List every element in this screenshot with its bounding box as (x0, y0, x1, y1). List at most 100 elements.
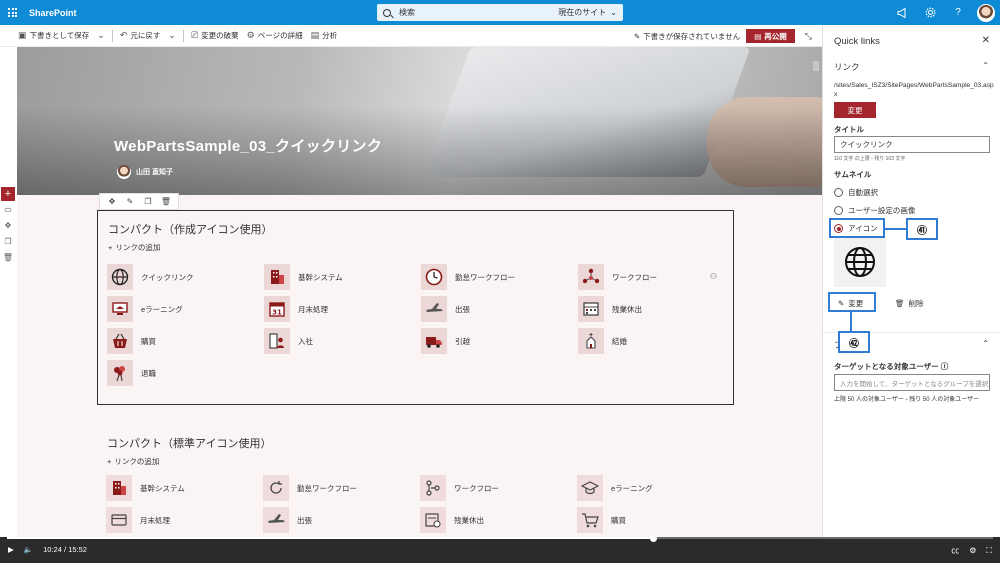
video-progress-bar[interactable] (7, 534, 993, 542)
collapse-icon[interactable]: ⤡ (801, 25, 816, 47)
webpart-toolbar: ✥ ✎ ❐ 🗑 (99, 193, 179, 210)
quick-link-item[interactable]: ワークフロー (578, 261, 735, 293)
quick-link-item[interactable]: 購買 (577, 504, 734, 536)
save-draft-dropdown[interactable]: ⌄ (93, 25, 109, 47)
undo-dropdown[interactable]: ⌄ (164, 25, 180, 47)
quick-link-item[interactable]: 出張 (421, 293, 578, 325)
properties-pane: Quick links ✕ リンク ⌃ /sites/Sales_ISZ3/Si… (813, 25, 1000, 537)
elearning-icon (107, 296, 133, 322)
quick-link-item[interactable]: eラーニング (577, 472, 734, 504)
quick-link-item[interactable]: 勤怠ワークフロー (263, 472, 420, 504)
search-box[interactable]: 検索 現在のサイト ⌄ (377, 4, 623, 21)
save-draft-button[interactable]: ▣ 下書きとして保存 (14, 25, 93, 47)
calendar-31-icon: 31 (264, 296, 290, 322)
building-icon (264, 264, 290, 290)
title-input[interactable]: クイックリンク (834, 136, 990, 153)
republish-button[interactable]: ▤ 再公開 (746, 29, 795, 43)
info-icon[interactable]: ⓘ (941, 362, 949, 371)
captions-icon[interactable]: ㏄ (951, 545, 959, 556)
delete-icon[interactable]: 🗑 (158, 197, 174, 206)
links-grid: 基幹システム勤怠ワークフローワークフローeラーニング月末処理出張残業休出購買入社… (106, 472, 726, 537)
chevron-up-icon[interactable]: ⌃ (982, 339, 989, 348)
office-person-icon (264, 328, 290, 354)
quick-link-item[interactable]: 入社 (264, 325, 421, 357)
page-title[interactable]: WebPartsSample_03_クイックリンク (114, 135, 382, 156)
building-icon (106, 475, 132, 501)
add-link-button[interactable]: + リンクの追加 (108, 242, 160, 253)
title-banner[interactable]: WebPartsSample_03_クイックリンク 山田 直知子 (17, 47, 822, 195)
thumbnail-preview (834, 237, 886, 287)
quick-link-item[interactable]: 月末処理 (106, 504, 263, 536)
callout-connector (884, 228, 908, 230)
edit-section-icon[interactable]: ▭ (0, 201, 16, 217)
quick-link-item[interactable]: eラーニング (107, 293, 264, 325)
section-title[interactable]: コンパクト（作成アイコン使用） (108, 221, 272, 237)
gear-icon[interactable] (916, 0, 944, 25)
plus-icon: + (108, 243, 113, 252)
help-icon[interactable]: ? (944, 0, 972, 25)
volume-icon[interactable]: 🔈 (24, 545, 33, 554)
quick-links-webpart-standard[interactable]: コンパクト（標準アイコン使用） + リンクの追加 基幹システム 勤怠ワークフロー ワー… (97, 425, 734, 537)
undo-button[interactable]: ↶ 元に戻す (116, 25, 165, 47)
add-section-button[interactable]: + (1, 187, 15, 201)
quick-link-label: 引越 (455, 336, 470, 346)
megaphone-icon[interactable] (888, 0, 916, 25)
quick-link-item[interactable]: 退職 (107, 357, 264, 389)
play-icon[interactable]: ▶ (8, 545, 14, 554)
chevron-down-icon: ⌄ (97, 30, 105, 40)
quick-link-item[interactable]: 出張 (263, 504, 420, 536)
progress-handle[interactable] (650, 534, 658, 542)
fullscreen-icon[interactable]: ⛶ (986, 546, 992, 556)
quick-link-item[interactable]: 結婚 (578, 325, 735, 357)
globe-icon (845, 247, 875, 277)
globe-icon (107, 264, 133, 290)
command-bar: ▣ 下書きとして保存 ⌄ ↶ 元に戻す ⌄ ⎚ 変更の破棄 ⚙ ページの詳細 ▤ 分析 ✎… (0, 25, 822, 47)
quick-link-item[interactable]: 基幹システム (106, 472, 263, 504)
quick-link-item[interactable]: 基幹システム (264, 261, 421, 293)
quick-link-label: ワークフロー (612, 272, 657, 282)
analytics-icon: ▤ (310, 30, 320, 40)
account-avatar[interactable] (972, 0, 1000, 25)
quick-link-item[interactable]: 31 月末処理 (264, 293, 421, 325)
section-toolbox: + ▭ ✥ ❐ 🗑 (0, 187, 16, 265)
quick-links-webpart-custom[interactable]: コンパクト（作成アイコン使用） + リンクの追加 ⚇ クイックリンク 基幹システム勤… (97, 210, 734, 405)
quick-link-item[interactable]: 残業休出 (420, 504, 577, 536)
radio-custom-image[interactable]: ユーザー設定の画像 (834, 205, 915, 216)
target-audience-input[interactable]: 入力を開始して、ターゲットとなるグループを選択 (834, 374, 990, 391)
duplicate-section-icon[interactable]: ❐ (0, 233, 16, 249)
move-icon[interactable]: ✥ (104, 197, 120, 206)
quick-link-item[interactable]: ワークフロー (420, 472, 577, 504)
delete-icon-button[interactable]: 🗑 削除 (895, 298, 924, 309)
suite-bar: SharePoint 検索 現在のサイト ⌄ ? (0, 0, 1000, 25)
close-icon[interactable]: ✕ (982, 35, 990, 46)
quick-link-label: 月末処理 (140, 515, 170, 525)
chevron-up-icon[interactable]: ⌃ (982, 61, 989, 70)
settings-icon[interactable]: ⚙ (969, 546, 976, 555)
app-launcher-icon[interactable] (0, 0, 25, 25)
add-link-button[interactable]: + リンクの追加 (107, 456, 159, 467)
edit-pencil-icon[interactable]: ✎ (122, 197, 138, 206)
search-icon (383, 8, 391, 17)
change-link-button[interactable]: 変更 (834, 102, 876, 118)
radio-auto[interactable]: 自動選択 (834, 187, 878, 198)
draft-status: ✎ 下書きが保存されていません (633, 31, 741, 41)
search-scope-dropdown[interactable]: 現在のサイト ⌄ (558, 7, 617, 18)
clock-icon (421, 264, 447, 290)
delete-section-icon[interactable]: 🗑 (0, 249, 16, 265)
pane-scrollbar[interactable] (813, 56, 819, 536)
quick-link-item[interactable]: 勤怠ワークフロー (421, 261, 578, 293)
quick-link-label: eラーニング (611, 483, 653, 493)
page-details-button[interactable]: ⚙ ページの詳細 (243, 25, 307, 47)
save-icon: ▣ (18, 30, 27, 40)
quick-link-item[interactable]: 購買 (107, 325, 264, 357)
brand-name[interactable]: SharePoint (29, 8, 77, 18)
section-title[interactable]: コンパクト（標準アイコン使用） (107, 435, 271, 451)
quick-link-item[interactable]: 引越 (421, 325, 578, 357)
discard-changes-button[interactable]: ⎚ 変更の破棄 (187, 25, 243, 47)
quick-link-item[interactable]: クイックリンク (107, 261, 264, 293)
link-section-header[interactable]: リンク (834, 61, 860, 73)
quick-link-item[interactable]: 残業休出 (578, 293, 735, 325)
move-section-icon[interactable]: ✥ (0, 217, 16, 233)
duplicate-icon[interactable]: ❐ (140, 197, 156, 206)
analytics-button[interactable]: ▤ 分析 (307, 25, 342, 47)
